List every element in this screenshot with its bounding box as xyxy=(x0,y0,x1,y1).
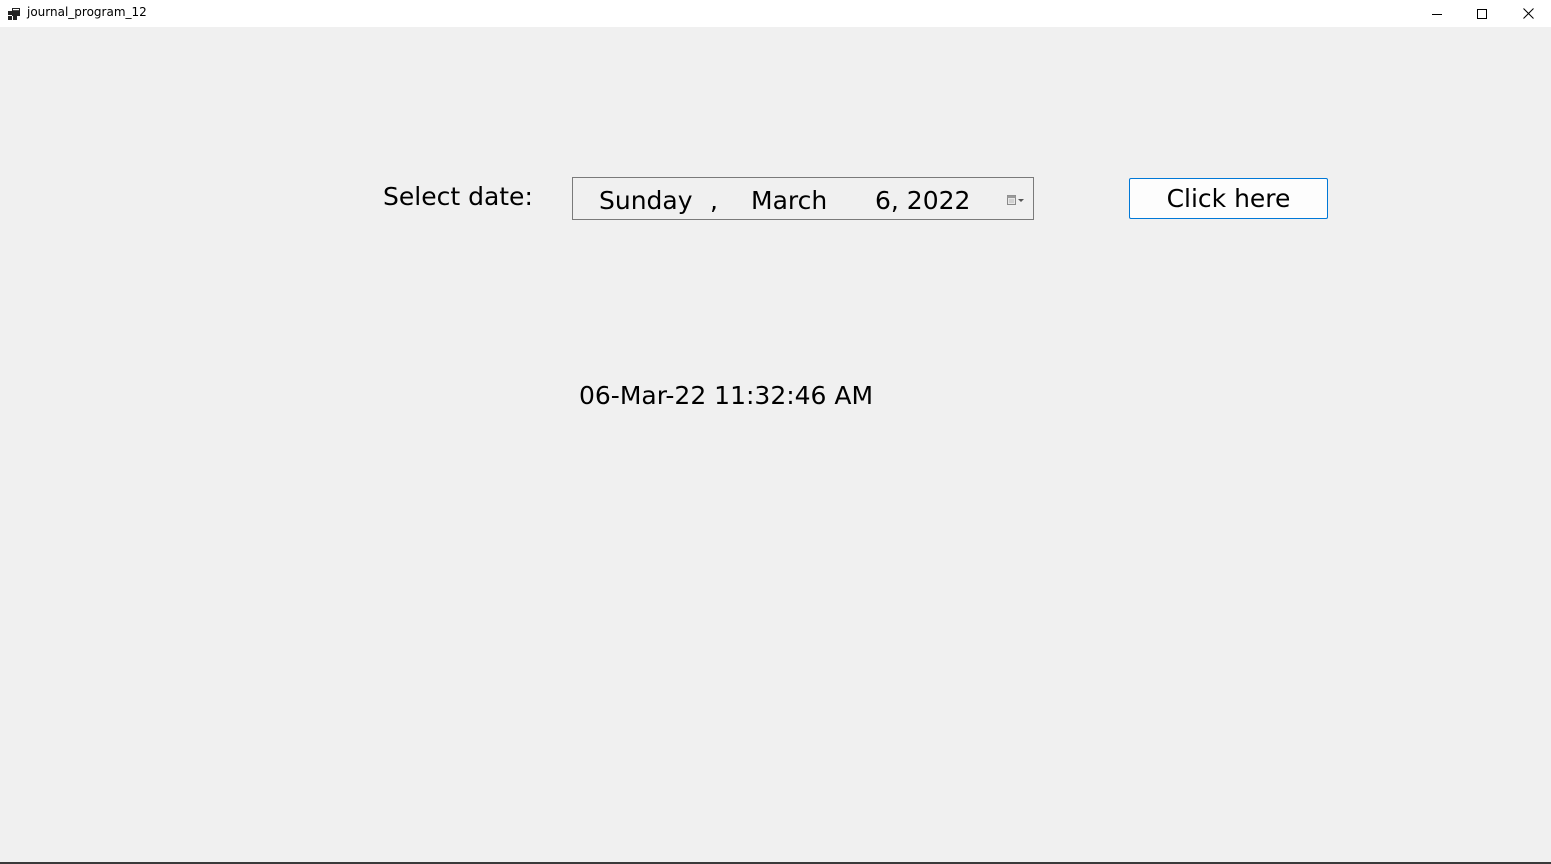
app-window-icon[interactable] xyxy=(8,5,20,20)
date-picker-month[interactable]: March xyxy=(751,184,827,218)
selected-datetime-output: 06-Mar-22 11:32:46 AM xyxy=(579,381,874,410)
calendar-dropdown-icon[interactable] xyxy=(1005,192,1027,206)
maximize-button[interactable] xyxy=(1459,0,1505,27)
date-picker[interactable]: Sunday , March 6, 2022 xyxy=(572,177,1034,220)
date-picker-separator: , xyxy=(710,186,718,215)
title-bar[interactable]: journal_program_12 xyxy=(0,0,1551,27)
close-icon xyxy=(1522,4,1534,23)
minimize-button[interactable] xyxy=(1414,0,1460,27)
date-picker-day-year[interactable]: 6, 2022 xyxy=(875,184,970,218)
app-window: journal_program_12 Select date: Sunday ,… xyxy=(0,0,1551,864)
minimize-icon xyxy=(1432,4,1442,23)
click-here-button[interactable]: Click here xyxy=(1129,178,1328,219)
date-picker-weekday[interactable]: Sunday xyxy=(599,184,693,218)
close-button[interactable] xyxy=(1505,0,1551,27)
window-title: journal_program_12 xyxy=(27,5,147,19)
maximize-icon xyxy=(1477,4,1487,23)
select-date-label: Select date: xyxy=(383,182,533,211)
